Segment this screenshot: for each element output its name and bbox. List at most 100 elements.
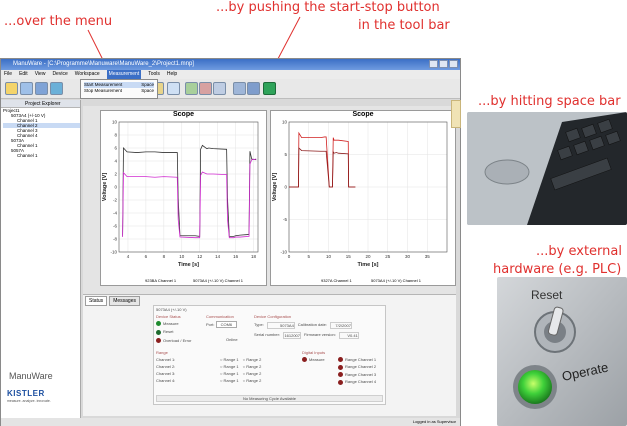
y-tick-label: -10 — [280, 250, 287, 255]
x-tick-label: 6 — [145, 254, 148, 259]
settings-icon[interactable] — [247, 82, 260, 95]
table-icon[interactable] — [185, 82, 198, 95]
di-lamp — [338, 364, 343, 370]
range-row: Channel 2: ○ Range 1 ○ Range 2 — [156, 364, 262, 369]
y-tick-label: 2 — [114, 172, 117, 177]
x-tick-label: 14 — [215, 254, 221, 259]
x-axis-label: Time [s] — [178, 262, 199, 268]
menu-file[interactable]: File — [4, 70, 12, 79]
port-select[interactable]: COM6 — [215, 321, 238, 328]
series-line — [289, 147, 356, 188]
title-bar: ManuWare - [C:\Programme\Manuware\ManuWa… — [1, 59, 460, 70]
range-row: Channel 4: ○ Range 1 ○ Range 2 — [156, 378, 262, 383]
status-panel: Status Messages 5073A4 (+/-10 V) Device … — [7, 294, 456, 416]
y-tick-label: 0 — [114, 185, 117, 190]
reset-lamp — [156, 329, 161, 335]
communication-group: Communication Port: COM6 Online — [206, 314, 250, 342]
stop-measurement-item[interactable]: Stop Measurement Space — [84, 88, 154, 94]
range-radio[interactable]: ○ Range 2 — [243, 364, 262, 369]
device-status-box: 5073A4 (+/-10 V) Device Status Measure R… — [153, 305, 386, 405]
open-icon[interactable] — [20, 82, 33, 95]
range-radio[interactable]: ○ Range 1 — [220, 378, 239, 383]
range-radio[interactable]: ○ Range 2 — [243, 371, 262, 376]
range-row: Channel 1: ○ Range 1 ○ Range 2 — [156, 357, 262, 362]
menu-help[interactable]: Help — [167, 70, 177, 79]
no-cycle-bar: No Measuring Cycle Available — [156, 395, 383, 402]
legend-left-2: 5073A4 (+/-10 V) Channel 1 — [193, 278, 243, 283]
status-reset: Reset — [156, 329, 204, 335]
range-radio[interactable]: ○ Range 1 — [220, 364, 239, 369]
range-row: Channel 3: ○ Range 1 ○ Range 2 — [156, 371, 262, 376]
menu-tools[interactable]: Tools — [148, 70, 160, 79]
menu-view[interactable]: View — [35, 70, 46, 79]
communication-title: Communication — [206, 314, 234, 319]
tree-channel[interactable]: Channel 1 — [3, 153, 80, 158]
menu-edit[interactable]: Edit — [19, 70, 28, 79]
scope-title: Scope — [172, 111, 194, 118]
tab-messages[interactable]: Messages — [109, 296, 140, 306]
status-measure: Measure — [156, 321, 204, 327]
start-stop-button[interactable] — [263, 82, 276, 95]
x-tick-label: 0 — [288, 254, 291, 259]
login-status: Logged in as Supervisor — [412, 419, 456, 424]
config-group: Device Configuration Type: 5073A4 Calibra… — [254, 314, 384, 339]
export-icon[interactable] — [199, 82, 212, 95]
di-lamp — [338, 357, 343, 363]
window-title: ManuWare - [C:\Programme\Manuware\ManuWa… — [13, 61, 194, 67]
x-tick-label: 5 — [307, 254, 310, 259]
y-tick-label: -6 — [113, 224, 117, 229]
x-tick-label: 15 — [346, 254, 352, 259]
scope-chart-right: -10 -5 0 5 10 0 5 10 15 20 25 30 35 Time [s] Voltage [… — [272, 120, 448, 268]
y-tick-label: -10 — [110, 250, 117, 255]
calc-icon[interactable] — [233, 82, 246, 95]
device-status-group: Device Status Measure Reset Overload / E… — [156, 314, 204, 344]
scope-panel-right: Scope -10 -5 0 5 10 0 5 10 15 20 25 30 35 Time [s] Vol… — [270, 110, 456, 286]
y-tick-label: -4 — [113, 211, 117, 216]
range-radio[interactable]: ○ Range 1 — [220, 371, 239, 376]
range-radio[interactable]: ○ Range 2 — [243, 378, 262, 383]
range-radio[interactable]: ○ Range 1 — [220, 357, 239, 362]
device-name: 5073A4 (+/-10 V) — [156, 307, 187, 312]
y-tick-label: 4 — [114, 159, 117, 164]
range-radio[interactable]: ○ Range 2 — [243, 357, 262, 362]
di-measure: Measure — [302, 357, 338, 385]
status-bar: Logged in as Supervisor — [1, 418, 460, 426]
reset-label: Reset — [531, 288, 563, 302]
y-tick-label: -5 — [283, 217, 287, 222]
menu-workspace[interactable]: Workspace — [75, 70, 100, 79]
y-tick-label: 5 — [284, 152, 287, 157]
di-item: Range Channel 4 — [338, 379, 376, 385]
x-tick-label: 25 — [385, 254, 391, 259]
toggle-switch-photo: Reset Operate — [497, 277, 627, 426]
x-tick-label: 12 — [197, 254, 203, 259]
y-tick-label: 10 — [112, 120, 118, 125]
save-icon[interactable] — [35, 82, 48, 95]
minimize-button[interactable] — [429, 60, 438, 68]
x-tick-label: 30 — [405, 254, 411, 259]
di-item: Range Channel 1 — [338, 357, 376, 363]
range-group: Range Channel 1: ○ Range 1 ○ Range 2 Channe… — [156, 350, 296, 383]
maximize-button[interactable] — [439, 60, 448, 68]
close-button[interactable] — [449, 60, 458, 68]
keyboard-photo — [467, 112, 627, 225]
legend-right-1: 9327A Channel 1 — [321, 278, 352, 283]
tab-status[interactable]: Status — [85, 296, 108, 306]
x-tick-label: 16 — [233, 254, 239, 259]
error-lamp — [156, 338, 161, 344]
legend-left-1: 923BA Channel 1 — [145, 278, 177, 283]
report-icon[interactable] — [213, 82, 226, 95]
x-tick-label: 18 — [251, 254, 257, 259]
di-lamp — [338, 372, 343, 378]
menu-measurement[interactable]: Measurement — [106, 70, 142, 79]
series-line — [122, 144, 257, 237]
device-status-title: Device Status — [156, 314, 181, 319]
di-lamp — [338, 379, 343, 385]
chart-icon[interactable] — [167, 82, 180, 95]
menu-device[interactable]: Device — [52, 70, 67, 79]
y-axis-label: Voltage [V] — [102, 173, 108, 201]
scope-chart-left: -10 -8 -6 -4 -2 0 2 4 6 8 10 4 6 8 10 12 14 16 18 Time [s] V… — [102, 120, 259, 268]
new-project-icon[interactable] — [5, 82, 18, 95]
x-tick-label: 4 — [127, 254, 130, 259]
device-icon[interactable] — [50, 82, 63, 95]
kistler-logo: KISTLER — [7, 389, 45, 398]
